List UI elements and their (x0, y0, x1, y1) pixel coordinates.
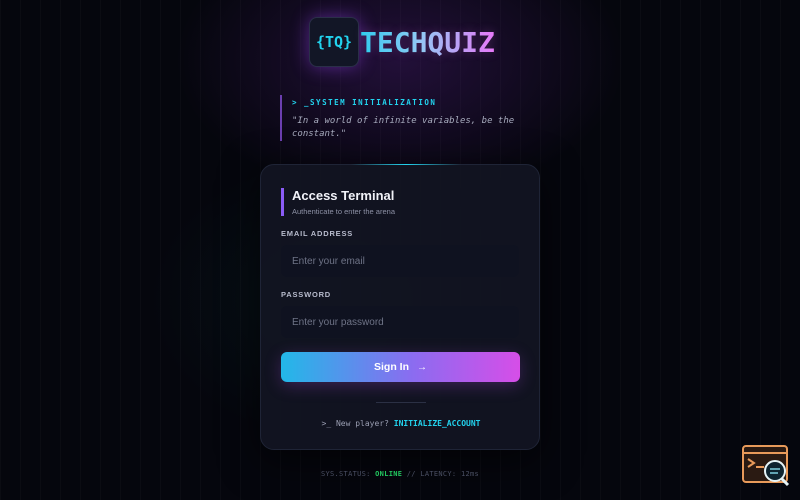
status-latency: LATENCY: 12ms (420, 470, 480, 478)
system-status: SYS.STATUS: ONLINE // LATENCY: 12ms (0, 470, 800, 478)
status-prefix: SYS.STATUS: (320, 470, 371, 478)
password-label: PASSWORD (281, 290, 332, 299)
logo: {TQ} TECHQUIZ (309, 17, 495, 67)
login-card: Access Terminal Authenticate to enter th… (260, 164, 540, 450)
card-top-glow (351, 164, 461, 165)
password-input[interactable] (281, 306, 519, 338)
arrow-right-icon: → (417, 361, 427, 373)
terminal-search-icon[interactable] (742, 445, 790, 487)
initialize-account-link[interactable]: INITIALIZE_ACCOUNT (394, 419, 481, 428)
new-player-line: >_ New player? INITIALIZE_ACCOUNT (261, 419, 541, 428)
quote-header: > _SYSTEM INITIALIZATION (292, 98, 437, 107)
quote-text: "In a world of infinite variables, be th… (292, 116, 515, 139)
card-title: Access Terminal (292, 188, 395, 203)
card-header: Access Terminal Authenticate to enter th… (281, 188, 395, 216)
new-player-prefix: >_ New player? (321, 419, 389, 428)
status-separator: // (406, 470, 416, 478)
email-input[interactable] (281, 245, 519, 277)
sign-in-label: Sign In (374, 361, 409, 373)
status-online: ONLINE (375, 470, 403, 478)
intro-quote: > _SYSTEM INITIALIZATION "In a world of … (280, 95, 520, 141)
logo-title: TECHQUIZ (360, 25, 495, 59)
email-label: EMAIL ADDRESS (281, 229, 354, 238)
logo-badge: {TQ} (309, 17, 359, 67)
sign-in-button[interactable]: Sign In → (281, 352, 520, 382)
divider (376, 402, 426, 403)
card-subtitle: Authenticate to enter the arena (292, 207, 395, 216)
